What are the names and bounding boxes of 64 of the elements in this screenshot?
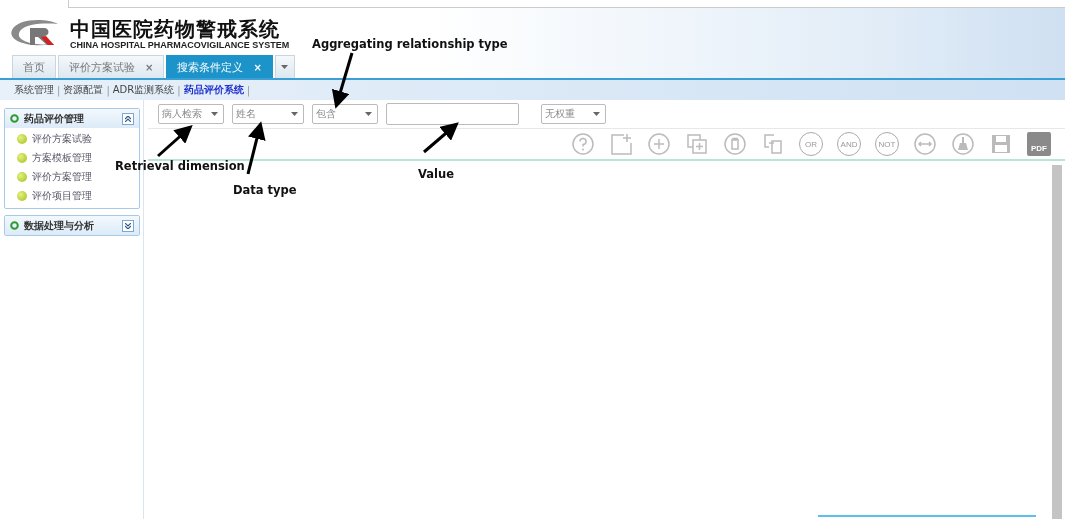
toggle-button[interactable] xyxy=(122,219,134,232)
panel-header[interactable]: 数据处理与分析 xyxy=(5,216,139,235)
tab[interactable]: 评价方案试验 × xyxy=(58,55,165,78)
tab[interactable]: 搜索条件定义 × xyxy=(166,55,273,78)
toggle-button[interactable] xyxy=(122,112,134,125)
toolbar-button[interactable] xyxy=(951,132,975,156)
nav-link[interactable]: 资源配置 xyxy=(63,83,104,97)
separator: | xyxy=(57,84,61,96)
arrows-icon xyxy=(914,133,936,155)
separator: | xyxy=(177,84,181,96)
tab-menu-button[interactable] xyxy=(274,55,295,78)
brush-icon xyxy=(952,133,974,155)
close-icon[interactable]: × xyxy=(145,61,154,73)
value-field[interactable] xyxy=(386,103,519,125)
sidebar-item[interactable]: 评价项目管理 xyxy=(17,188,139,203)
separator: | xyxy=(246,84,250,96)
annotation-label: Aggregating relationship type xyxy=(312,37,508,51)
nav-link[interactable]: ADR监测系统 xyxy=(112,83,175,97)
annotation-arrow xyxy=(423,122,459,154)
copy-add-icon xyxy=(686,133,708,155)
toolbar-button[interactable] xyxy=(609,132,633,156)
annotation-arrow xyxy=(157,125,193,158)
annotation-label: Data type xyxy=(233,183,297,197)
chevron-icon xyxy=(125,222,131,229)
system-subtitle: CHINA HOSPITAL PHARMACOVIGILANCE SYSTEM xyxy=(70,40,290,50)
panel-title: 数据处理与分析 xyxy=(24,218,95,233)
toolbar-button[interactable] xyxy=(913,132,937,156)
toolbar-button[interactable] xyxy=(647,132,671,156)
dropdown[interactable]: 包含 xyxy=(312,104,378,124)
status-icon xyxy=(10,221,19,230)
dropdown[interactable]: 病人检索 xyxy=(158,104,224,124)
help-icon xyxy=(572,133,594,155)
annotation-arrow xyxy=(331,52,354,109)
toolbar-button[interactable] xyxy=(723,132,747,156)
caret-icon xyxy=(291,112,298,116)
toolbar-button[interactable] xyxy=(989,132,1013,156)
toolbar-button[interactable] xyxy=(761,132,785,156)
system-title: 中国医院药物警戒系统 xyxy=(70,18,281,40)
chevron-icon xyxy=(125,115,131,122)
dropdown[interactable]: 无权重 xyxy=(541,104,606,124)
plus-circle-icon xyxy=(648,133,670,155)
sidebar-item[interactable]: 评价方案试验 xyxy=(17,131,139,146)
close-icon[interactable]: × xyxy=(253,61,262,73)
annotation-arrow xyxy=(246,121,266,175)
toolbar-button[interactable] xyxy=(571,132,595,156)
tab[interactable]: 首页 xyxy=(12,55,56,78)
annotation-label: Value xyxy=(418,167,454,181)
save-icon xyxy=(990,133,1012,155)
toolbar-button[interactable] xyxy=(685,132,709,156)
separator: | xyxy=(106,84,110,96)
caret-icon xyxy=(211,112,218,116)
caret-icon xyxy=(593,112,600,116)
dropdown[interactable]: 姓名 xyxy=(232,104,304,124)
scrollbar[interactable] xyxy=(1052,165,1062,519)
caret-icon xyxy=(281,65,289,69)
panel-header[interactable]: 药品评价管理 xyxy=(5,109,139,128)
nav-link[interactable]: 药品评价系统 xyxy=(183,83,244,97)
status-icon xyxy=(10,114,19,123)
caret-icon xyxy=(365,112,372,116)
copy-icon xyxy=(762,133,784,155)
panel-title: 药品评价管理 xyxy=(24,111,85,126)
nav-link[interactable]: 系统管理 xyxy=(14,83,54,97)
pdf-button[interactable]: PDF xyxy=(1027,132,1051,156)
trash-icon xyxy=(724,133,746,155)
